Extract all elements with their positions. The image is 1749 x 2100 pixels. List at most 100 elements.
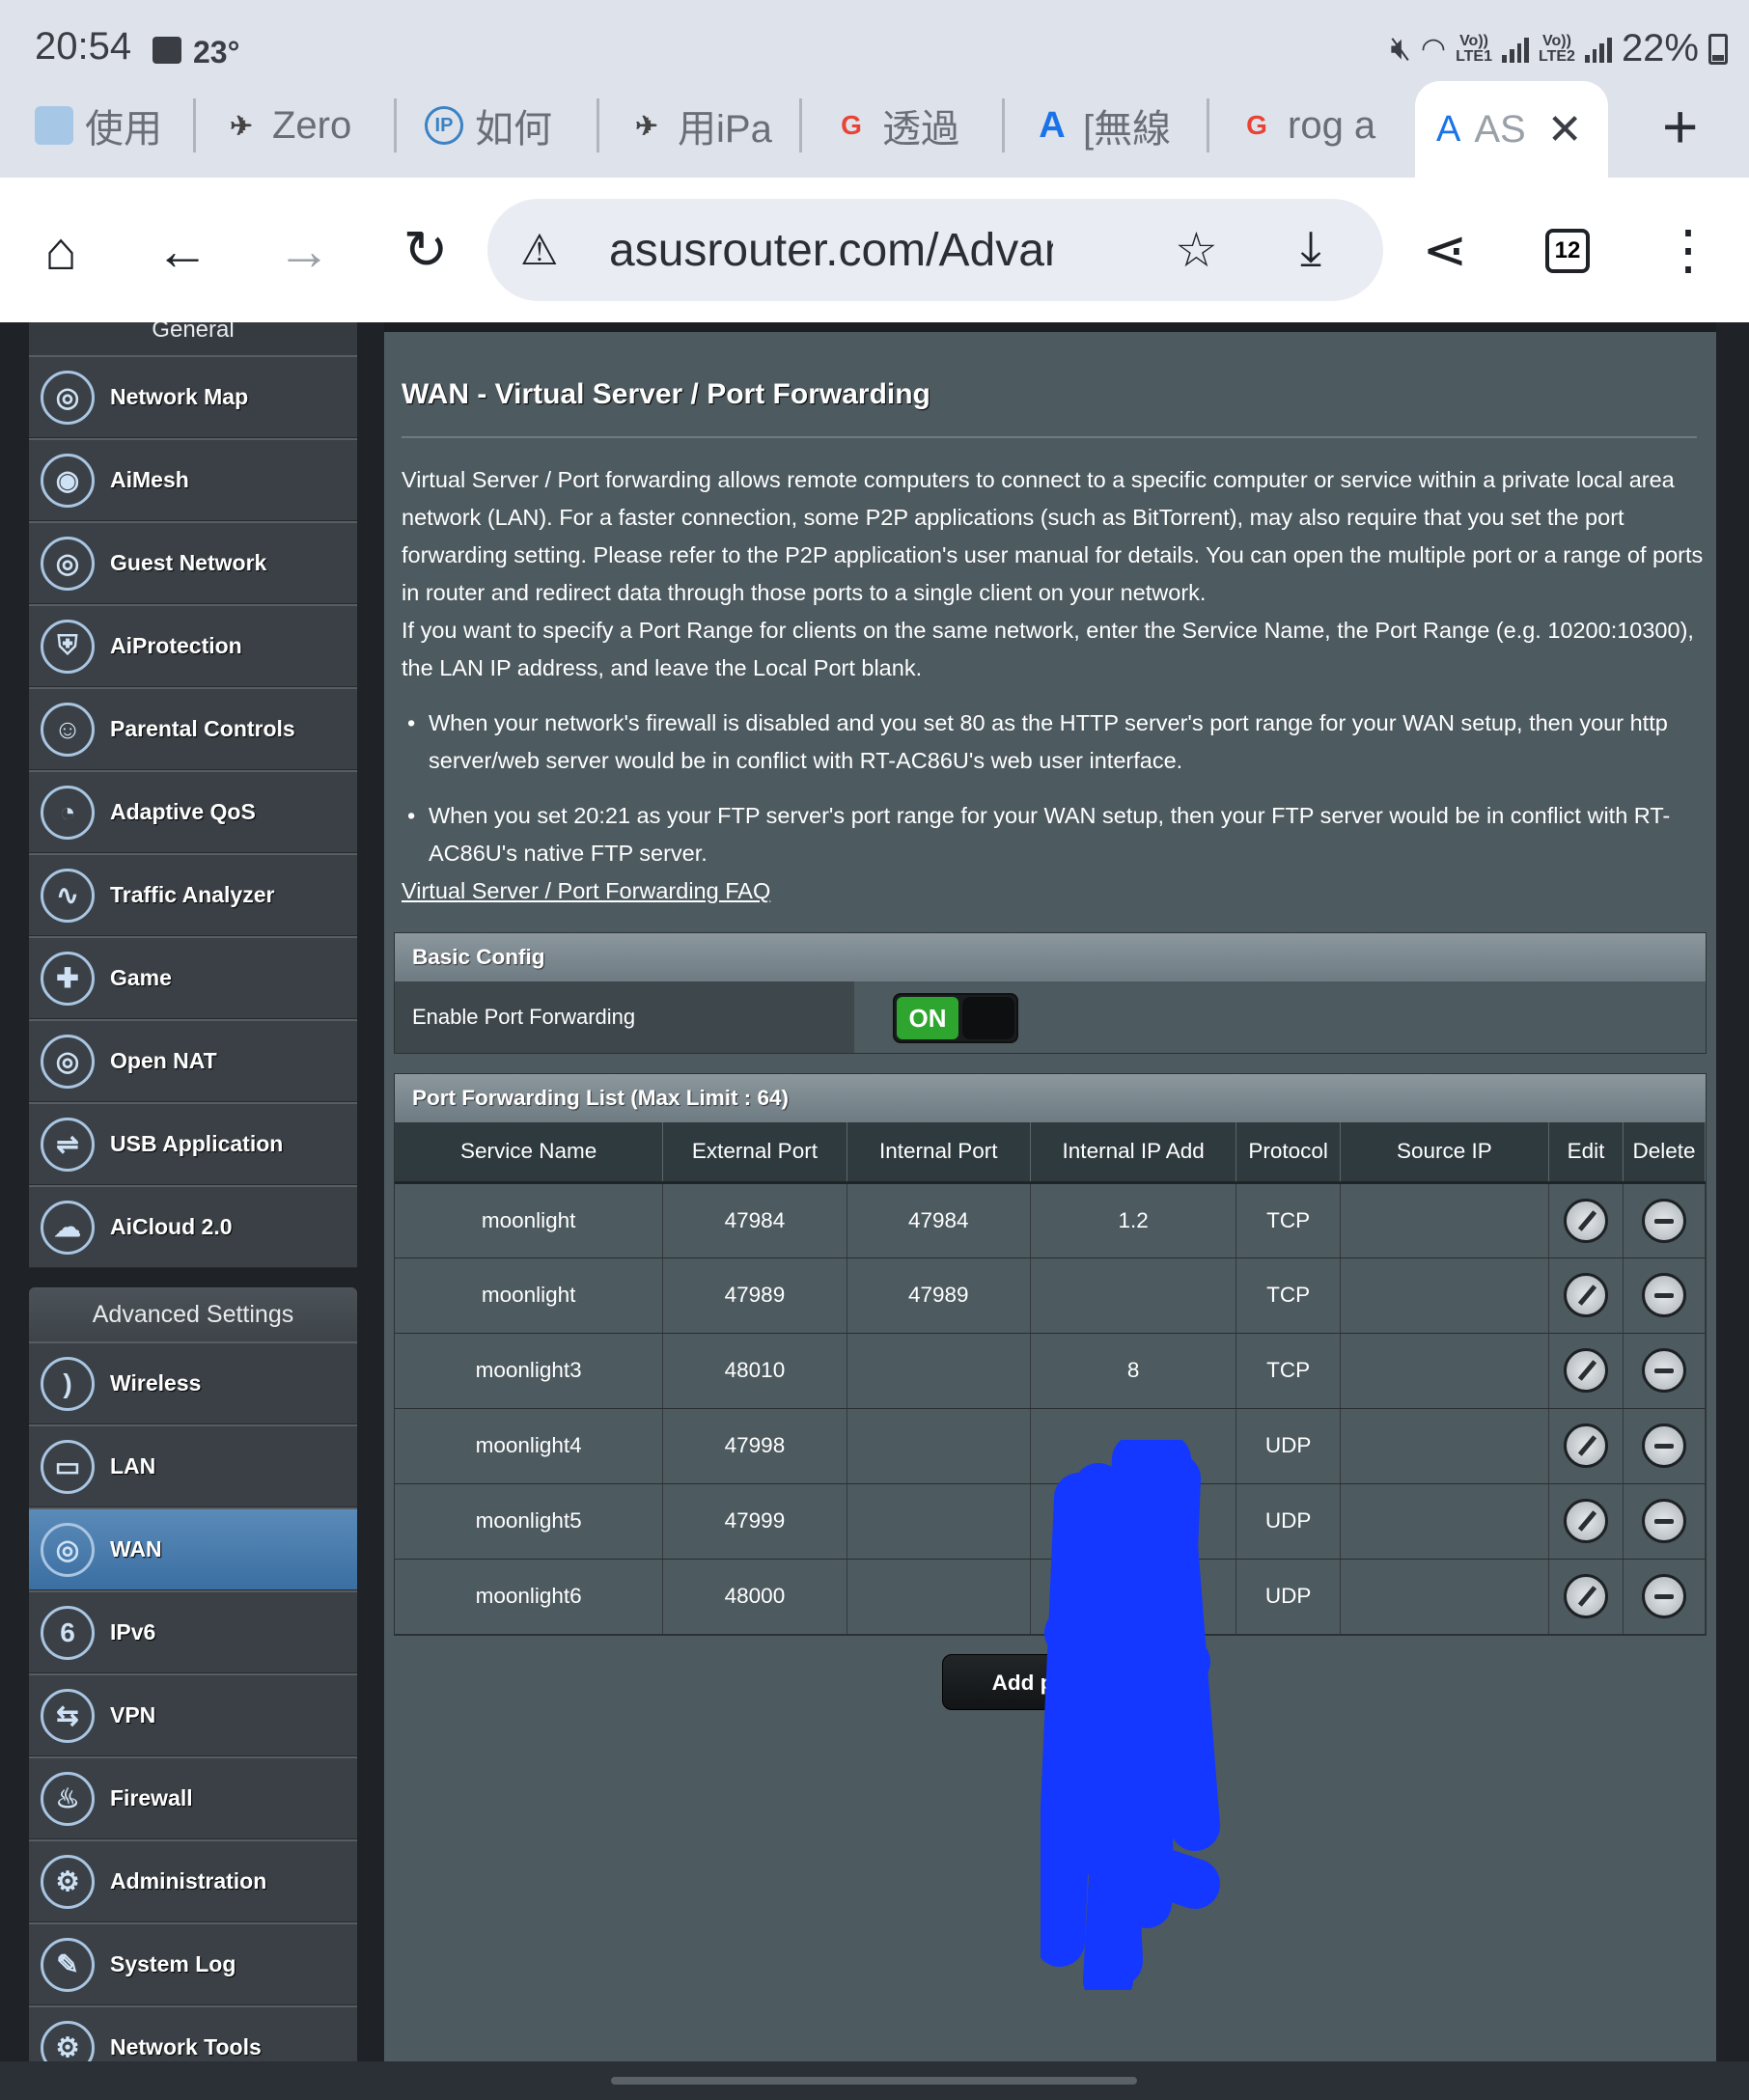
sim2-label: Vo)) LTE2 [1539, 32, 1575, 65]
edit-icon[interactable] [1563, 1423, 1608, 1468]
tab-item[interactable]: A [無線 [1033, 93, 1178, 158]
tab-active[interactable]: A AS ✕ [1415, 81, 1608, 178]
sidebar-item-wireless[interactable]: ) Wireless [29, 1341, 357, 1424]
sidebar-item-aimesh[interactable]: ◉ AiMesh [29, 438, 357, 521]
sidebar-item-network-map[interactable]: ◎ Network Map [29, 355, 357, 438]
sidebar-item-game[interactable]: ✚ Game [29, 936, 357, 1019]
tab-separator [193, 98, 196, 152]
sidebar-item-guest-network[interactable]: ◎ Guest Network [29, 521, 357, 604]
wifi-icon: ◠ [1420, 33, 1447, 65]
jet-icon: ✈ [635, 110, 658, 141]
sidebar-item-administration[interactable]: ⚙ Administration [29, 1839, 357, 1922]
cell-source [1340, 1483, 1549, 1560]
cell-ip: 1.2 [1030, 1182, 1237, 1258]
tab-strip-remnant [384, 322, 1716, 332]
cell-service: moonlight3 [395, 1333, 664, 1409]
tools-icon: ⚙ [41, 2020, 95, 2061]
sidebar-item-wan[interactable]: ◎ WAN [29, 1507, 357, 1590]
url-text[interactable]: asusrouter.com/Advanced [609, 224, 1053, 277]
new-tab-icon[interactable]: + [1662, 91, 1698, 162]
temperature: 23° [193, 35, 240, 69]
edit-icon[interactable] [1563, 1574, 1608, 1618]
note-bullet: When you set 20:21 as your FTP server's … [402, 797, 1705, 872]
wan-globe-icon: ◎ [41, 1522, 95, 1577]
basic-config-heading: Basic Config [395, 933, 1706, 981]
delete-icon[interactable] [1642, 1499, 1687, 1543]
tab-separator [799, 98, 802, 152]
edit-icon[interactable] [1563, 1273, 1608, 1317]
cell-protocol: TCP [1235, 1333, 1341, 1409]
delete-icon[interactable] [1642, 1423, 1687, 1468]
router-page: General ◎ Network Map ◉ AiMesh ◎ Guest Networ… [0, 322, 1749, 2061]
sidebar-item-label: AiMesh [110, 467, 189, 492]
back-icon[interactable]: ← [149, 216, 216, 284]
home-icon[interactable]: ⌂ [27, 216, 95, 284]
cell-internal [847, 1333, 1031, 1409]
delete-icon[interactable] [1642, 1273, 1687, 1317]
cell-external: 48010 [662, 1333, 847, 1409]
cell-protocol: UDP [1235, 1483, 1341, 1560]
sidebar-item-aicloud-2-0[interactable]: ☁ AiCloud 2.0 [29, 1185, 357, 1268]
port-forwarding-toggle[interactable]: ON [893, 993, 1018, 1043]
sidebar-item-aiprotection[interactable]: ⛨ AiProtection [29, 604, 357, 687]
battery-icon [1708, 33, 1728, 65]
asus-icon: A [1436, 108, 1461, 150]
tab-item[interactable]: ✈ Zero [222, 93, 357, 158]
delete-icon[interactable] [1642, 1198, 1687, 1243]
sidebar-item-parental-controls[interactable]: ☺ Parental Controls [29, 687, 357, 770]
share-icon[interactable]: ⋖ [1411, 216, 1479, 284]
cell-internal: 47984 [847, 1182, 1031, 1258]
tab-item[interactable]: ✈ 用iPa [627, 93, 772, 158]
signal-bars-icon [1502, 36, 1529, 63]
sidebar-item-lan[interactable]: ▭ LAN [29, 1424, 357, 1507]
delete-icon[interactable] [1642, 1574, 1687, 1618]
sidebar-item-usb-application[interactable]: ⇌ USB Application [29, 1102, 357, 1185]
cell-protocol: TCP [1235, 1257, 1341, 1334]
delete-icon[interactable] [1642, 1348, 1687, 1393]
sidebar-item-label: AiCloud 2.0 [110, 1214, 233, 1239]
pulse-icon: ∿ [41, 868, 95, 923]
sidebar-item-label: AiProtection [110, 633, 242, 658]
sidebar-item-label: Traffic Analyzer [110, 882, 275, 907]
edit-icon[interactable] [1563, 1499, 1608, 1543]
sidebar-item-firewall[interactable]: ♨ Firewall [29, 1756, 357, 1839]
edit-icon[interactable] [1563, 1348, 1608, 1393]
table-row: moonlight3 48010 8 TCP [395, 1333, 1706, 1409]
overflow-menu-icon[interactable]: ⋮ [1654, 216, 1722, 284]
forward-icon[interactable]: → [270, 216, 338, 284]
log-icon: ✎ [41, 1937, 95, 1992]
warning-icon[interactable]: ⚠ [520, 226, 558, 275]
sidebar-item-network-tools[interactable]: ⚙ Network Tools [29, 2005, 357, 2061]
url-bar[interactable]: ⚠ asusrouter.com/Advanced ☆ ⤓ [487, 199, 1383, 301]
sidebar-item-label: IPv6 [110, 1619, 156, 1644]
admin-gear-icon: ⚙ [41, 1854, 95, 1909]
sidebar-item-system-log[interactable]: ✎ System Log [29, 1922, 357, 2005]
toggle-on-label: ON [897, 997, 958, 1039]
home-gesture-pill[interactable] [611, 2077, 1137, 2085]
sidebar-item-traffic-analyzer[interactable]: ∿ Traffic Analyzer [29, 853, 357, 936]
sidebar-item-label: WAN [110, 1536, 162, 1561]
reload-icon[interactable]: ↻ [392, 216, 459, 284]
download-icon[interactable]: ⤓ [1300, 220, 1321, 277]
system-nav-bar [0, 2061, 1749, 2100]
column-header: Internal IP Add [1030, 1122, 1237, 1184]
sidebar-item-label: VPN [110, 1702, 156, 1727]
faq-link[interactable]: Virtual Server / Port Forwarding FAQ [402, 878, 770, 904]
sidebar-item-vpn[interactable]: ⇆ VPN [29, 1673, 357, 1756]
edit-icon[interactable] [1563, 1198, 1608, 1243]
tab-item[interactable]: IP 如何 [425, 93, 569, 158]
bookmark-star-icon[interactable]: ☆ [1175, 222, 1218, 278]
tab-item[interactable]: 使用 [35, 93, 180, 158]
tab-item[interactable]: G 透過 [832, 93, 977, 158]
cell-internal: 47989 [847, 1257, 1031, 1334]
tab-item[interactable]: G rog a [1237, 93, 1382, 158]
sidebar-item-label: Network Tools [110, 2034, 262, 2059]
close-tab-icon[interactable]: ✕ [1547, 105, 1583, 154]
sidebar-item-open-nat[interactable]: ◎ Open NAT [29, 1019, 357, 1102]
ipv6-icon: 6 [41, 1605, 95, 1660]
enable-port-forwarding-label: Enable Port Forwarding [395, 981, 854, 1053]
sidebar-item-adaptive-qos[interactable]: ◔ Adaptive QoS [29, 770, 357, 853]
tab-label: Zero [272, 103, 352, 147]
tab-count[interactable]: 12 [1545, 229, 1590, 273]
sidebar-item-ipv6[interactable]: 6 IPv6 [29, 1590, 357, 1673]
